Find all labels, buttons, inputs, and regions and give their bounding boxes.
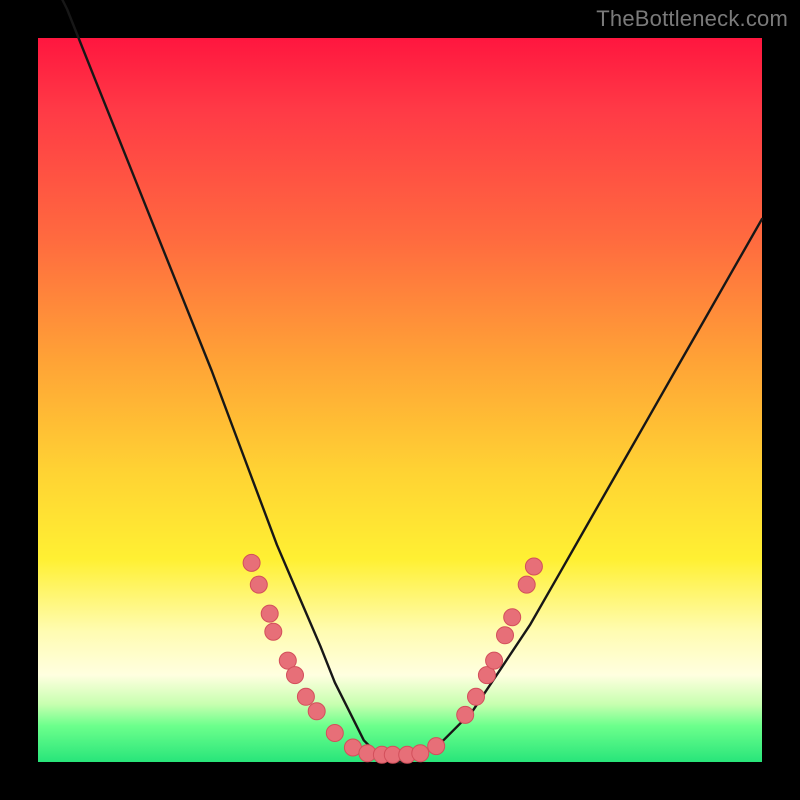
highlight-point: [265, 623, 282, 640]
highlight-point: [468, 688, 485, 705]
watermark-text: TheBottleneck.com: [596, 6, 788, 32]
highlight-point: [287, 667, 304, 684]
highlight-point: [486, 652, 503, 669]
highlight-markers: [243, 554, 542, 763]
highlight-point: [297, 688, 314, 705]
highlight-point: [326, 725, 343, 742]
bottleneck-curve: [38, 0, 762, 762]
highlight-point: [308, 703, 325, 720]
highlight-point: [428, 738, 445, 755]
chart-frame: TheBottleneck.com: [0, 0, 800, 800]
highlight-point: [261, 605, 278, 622]
highlight-point: [412, 745, 429, 762]
highlight-point: [250, 576, 267, 593]
highlight-point: [525, 558, 542, 575]
highlight-point: [497, 627, 514, 644]
highlight-point: [504, 609, 521, 626]
highlight-point: [457, 706, 474, 723]
highlight-point: [518, 576, 535, 593]
chart-svg: [38, 38, 762, 762]
plot-area: [38, 38, 762, 762]
highlight-point: [243, 554, 260, 571]
